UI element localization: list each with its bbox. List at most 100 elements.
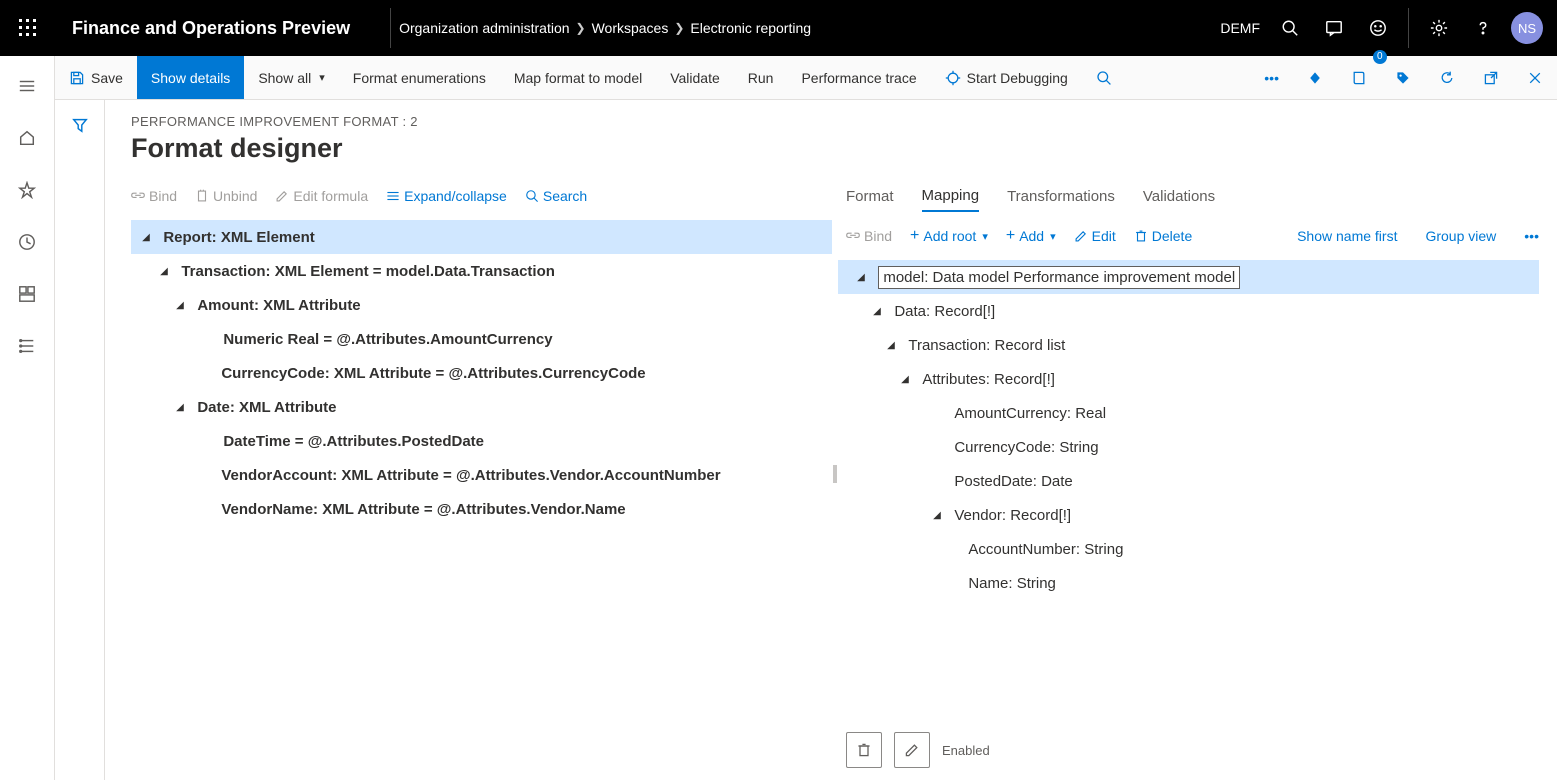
- tree-row[interactable]: ◢ Transaction: XML Element = model.Data.…: [131, 254, 832, 288]
- entity-label: DEMF: [1220, 20, 1260, 36]
- app-title: Finance and Operations Preview: [72, 18, 350, 39]
- page-head: PERFORMANCE IMPROVEMENT FORMAT : 2 Forma…: [105, 100, 1557, 168]
- tree-row[interactable]: ◢ DateTime = @.Attributes.PostedDate: [131, 424, 832, 458]
- map-format-button[interactable]: Map format to model: [500, 56, 656, 99]
- feedback-icon[interactable]: [1356, 6, 1400, 50]
- tab-format[interactable]: Format: [846, 182, 894, 211]
- tree-row[interactable]: ◢ VendorAccount: XML Attribute = @.Attri…: [131, 458, 832, 492]
- search-button[interactable]: Search: [525, 188, 587, 204]
- expander-icon[interactable]: ◢: [171, 300, 189, 311]
- tree-row[interactable]: ◢ AmountCurrency: Real: [838, 396, 1539, 430]
- tree-row[interactable]: ◢ Transaction: Record list: [838, 328, 1539, 362]
- tree-label: CurrencyCode: XML Attribute = @.Attribut…: [221, 365, 645, 382]
- divider: [390, 8, 391, 48]
- group-view-button[interactable]: Group view: [1425, 228, 1496, 244]
- chevron-down-icon: ▾: [319, 71, 325, 84]
- favorite-icon[interactable]: [5, 168, 49, 212]
- chat-icon[interactable]: [1312, 6, 1356, 50]
- show-name-first-button[interactable]: Show name first: [1297, 228, 1397, 244]
- bind-button: Bind: [846, 228, 892, 244]
- delete-icon-button[interactable]: [846, 732, 882, 768]
- tree-label: Transaction: Record list: [908, 337, 1065, 354]
- expander-icon[interactable]: ◢: [137, 232, 155, 243]
- save-button[interactable]: Save: [55, 56, 137, 99]
- popout-icon[interactable]: [1469, 56, 1513, 99]
- expander-icon[interactable]: ◢: [928, 510, 946, 521]
- tag-icon[interactable]: 0: [1381, 56, 1425, 99]
- edit-button[interactable]: Edit: [1074, 228, 1116, 244]
- format-enumerations-button[interactable]: Format enumerations: [339, 56, 500, 99]
- tree-label: AmountCurrency: Real: [954, 405, 1106, 422]
- tree-row[interactable]: ◢ model: Data model Performance improvem…: [838, 260, 1539, 294]
- tree-row[interactable]: ◢ Vendor: Record[!]: [838, 498, 1539, 532]
- tree-row[interactable]: ◢ Name: String: [838, 566, 1539, 600]
- expander-icon[interactable]: ◢: [896, 374, 914, 385]
- enabled-label: Enabled: [942, 743, 990, 758]
- tag-badge: 0: [1373, 50, 1387, 64]
- expander-icon[interactable]: ◢: [155, 266, 173, 277]
- unbind-button: Unbind: [195, 188, 257, 204]
- performance-trace-button[interactable]: Performance trace: [787, 56, 930, 99]
- filter-icon[interactable]: [63, 108, 97, 142]
- add-button[interactable]: +Add▾: [1006, 227, 1056, 245]
- gear-icon[interactable]: [1417, 6, 1461, 50]
- tab-validations[interactable]: Validations: [1143, 182, 1215, 211]
- mapping-tree[interactable]: ◢ model: Data model Performance improvem…: [838, 256, 1539, 604]
- tree-row[interactable]: ◢ Data: Record[!]: [838, 294, 1539, 328]
- app-launcher-icon[interactable]: [8, 8, 48, 48]
- delete-button[interactable]: Delete: [1134, 228, 1192, 244]
- search-icon[interactable]: [1268, 6, 1312, 50]
- tree-label: Name: String: [968, 575, 1056, 592]
- diamond-icon[interactable]: [1293, 56, 1337, 99]
- validate-button[interactable]: Validate: [656, 56, 734, 99]
- tree-row[interactable]: ◢ PostedDate: Date: [838, 464, 1539, 498]
- tree-label: Transaction: XML Element = model.Data.Tr…: [181, 263, 555, 280]
- edit-formula-button: Edit formula: [275, 188, 368, 204]
- help-icon[interactable]: [1461, 6, 1505, 50]
- expander-icon[interactable]: ◢: [852, 272, 870, 283]
- modules-icon[interactable]: [5, 324, 49, 368]
- breadcrumb-item[interactable]: Workspaces: [592, 20, 669, 36]
- run-button[interactable]: Run: [734, 56, 788, 99]
- menu-icon[interactable]: [5, 64, 49, 108]
- filter-strip: [55, 100, 105, 780]
- book-icon[interactable]: [1337, 56, 1381, 99]
- start-debugging-button[interactable]: Start Debugging: [931, 56, 1082, 99]
- format-pane: Bind Unbind Edit formula Expand/collapse…: [105, 168, 832, 780]
- edit-icon-button[interactable]: [894, 732, 930, 768]
- search-command-icon[interactable]: [1082, 56, 1126, 99]
- add-root-button[interactable]: +Add root▾: [910, 227, 988, 245]
- tree-row[interactable]: ◢ VendorName: XML Attribute = @.Attribut…: [131, 492, 832, 526]
- expander-icon[interactable]: ◢: [882, 340, 900, 351]
- more-icon[interactable]: •••: [1524, 228, 1539, 244]
- tree-row[interactable]: ◢ Report: XML Element: [131, 220, 832, 254]
- more-icon[interactable]: •••: [1250, 56, 1293, 99]
- tree-row[interactable]: ◢ CurrencyCode: String: [838, 430, 1539, 464]
- recent-icon[interactable]: [5, 220, 49, 264]
- show-details-button[interactable]: Show details: [137, 56, 244, 99]
- breadcrumb-item[interactable]: Organization administration: [399, 20, 569, 36]
- show-all-button[interactable]: Show all▾: [244, 56, 338, 99]
- expander-icon[interactable]: ◢: [868, 306, 886, 317]
- tab-transformations[interactable]: Transformations: [1007, 182, 1115, 211]
- breadcrumb-item[interactable]: Electronic reporting: [690, 20, 811, 36]
- close-icon[interactable]: [1513, 56, 1557, 99]
- bind-button: Bind: [131, 188, 177, 204]
- expand-collapse-button[interactable]: Expand/collapse: [386, 188, 507, 204]
- tree-row[interactable]: ◢ Date: XML Attribute: [131, 390, 832, 424]
- refresh-icon[interactable]: [1425, 56, 1469, 99]
- workspaces-icon[interactable]: [5, 272, 49, 316]
- tree-row[interactable]: ◢ AccountNumber: String: [838, 532, 1539, 566]
- tree-row[interactable]: ◢ Attributes: Record[!]: [838, 362, 1539, 396]
- tree-row[interactable]: ◢ Numeric Real = @.Attributes.AmountCurr…: [131, 322, 832, 356]
- home-icon[interactable]: [5, 116, 49, 160]
- command-bar: Save Show details Show all▾ Format enume…: [55, 56, 1557, 100]
- tree-row[interactable]: ◢ CurrencyCode: XML Attribute = @.Attrib…: [131, 356, 832, 390]
- tree-label: Report: XML Element: [163, 229, 314, 246]
- tab-mapping[interactable]: Mapping: [922, 181, 980, 212]
- format-tree[interactable]: ◢ Report: XML Element◢ Transaction: XML …: [131, 216, 832, 530]
- avatar[interactable]: NS: [1511, 12, 1543, 44]
- tree-label: Attributes: Record[!]: [922, 371, 1055, 388]
- expander-icon[interactable]: ◢: [171, 402, 189, 413]
- tree-row[interactable]: ◢ Amount: XML Attribute: [131, 288, 832, 322]
